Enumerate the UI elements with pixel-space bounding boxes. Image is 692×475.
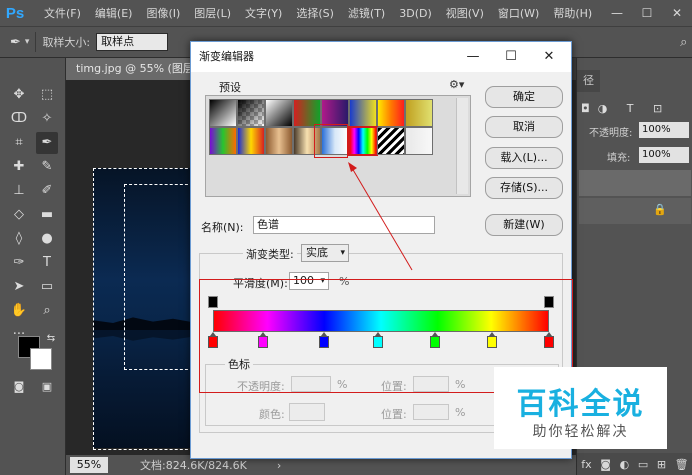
photoshop-window: Ps 文件(F) 编辑(E) 图像(I) 图层(L) 文字(Y) 选择(S) 滤… <box>0 0 692 475</box>
watermark-title: 百科全说 <box>516 387 645 422</box>
watermark-subtitle: 助你轻松解决 <box>532 424 629 440</box>
watermark: 百科全说 助你轻松解决 <box>494 367 667 449</box>
